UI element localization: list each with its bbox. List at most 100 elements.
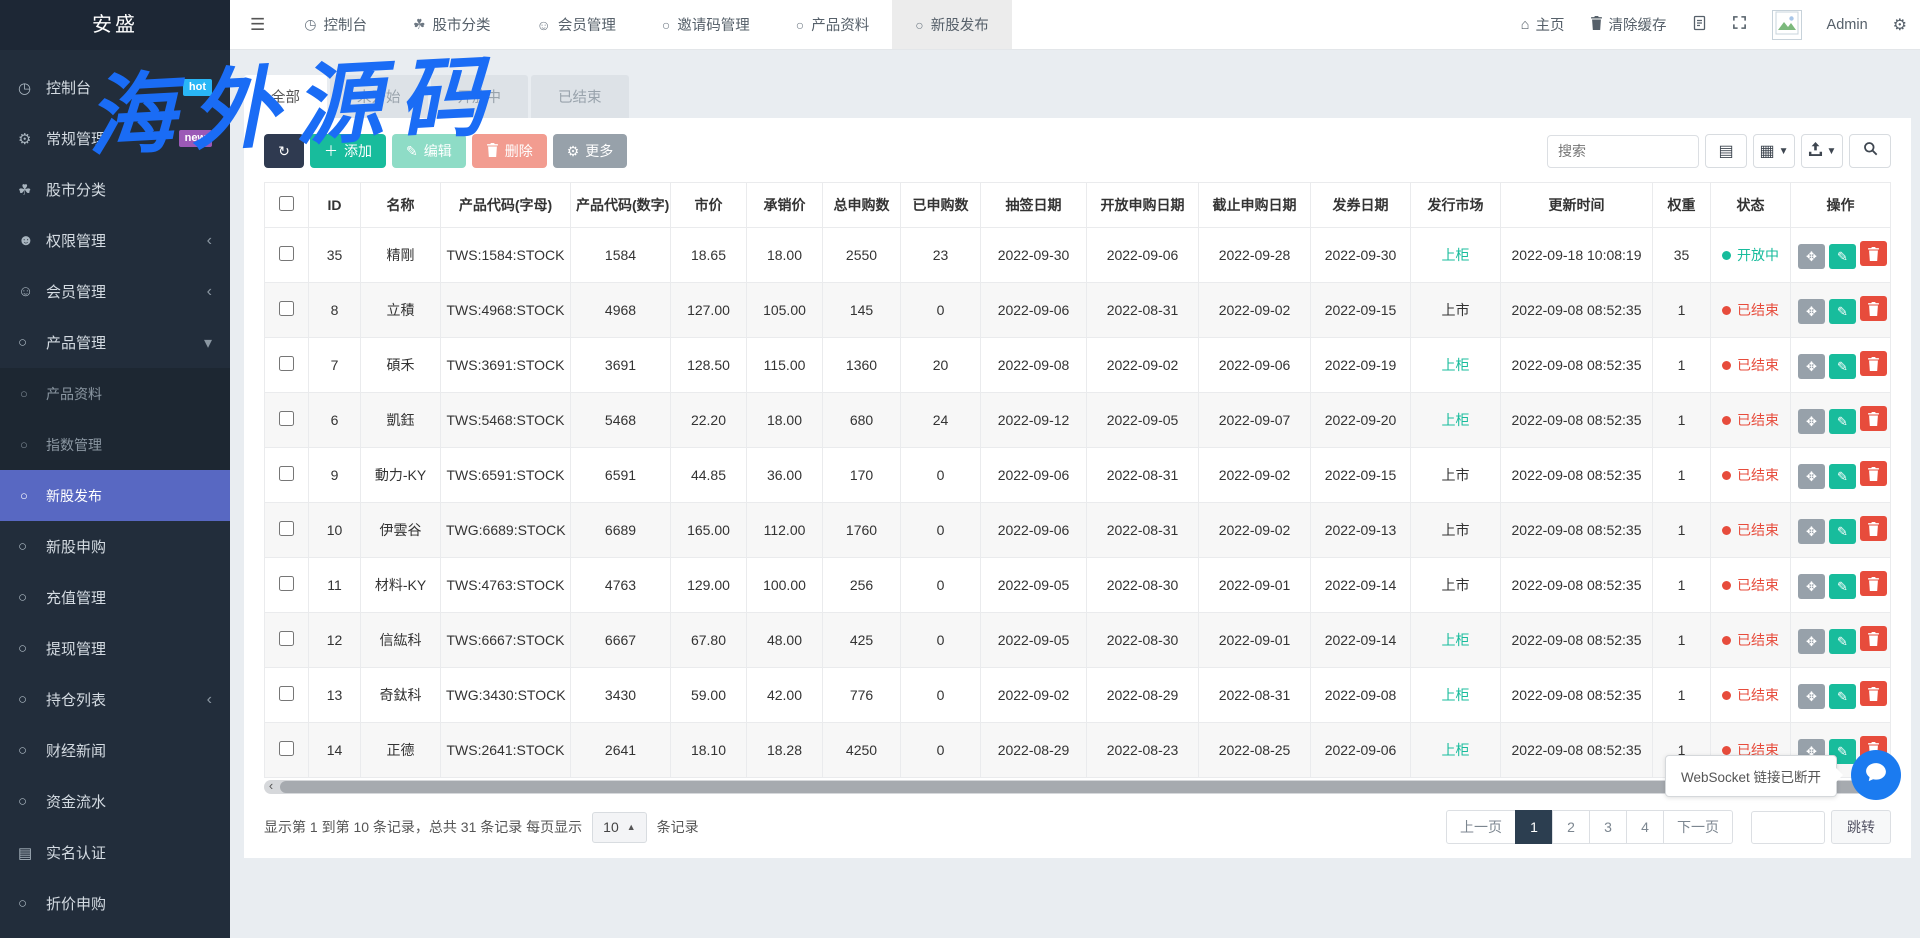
- jump-page-input[interactable]: [1751, 811, 1825, 844]
- row-move-button[interactable]: ✥: [1798, 519, 1825, 544]
- edit-button[interactable]: ✎编辑: [392, 134, 466, 168]
- cell-market[interactable]: 上柜: [1411, 228, 1501, 283]
- sidebar-item[interactable]: ○提现管理: [0, 623, 230, 674]
- row-move-button[interactable]: ✥: [1798, 354, 1825, 379]
- detail-view-button[interactable]: ▤: [1705, 134, 1747, 168]
- row-move-button[interactable]: ✥: [1798, 299, 1825, 324]
- row-checkbox[interactable]: [279, 246, 294, 261]
- page-number-button[interactable]: 2: [1552, 810, 1590, 844]
- row-move-button[interactable]: ✥: [1798, 409, 1825, 434]
- topnav-item[interactable]: ○产品资料: [773, 0, 892, 49]
- row-checkbox[interactable]: [279, 631, 294, 646]
- row-delete-button[interactable]: [1860, 351, 1887, 376]
- home-link[interactable]: ⌂ 主页: [1521, 14, 1565, 35]
- prev-page-button[interactable]: 上一页: [1446, 810, 1516, 844]
- sidebar-item[interactable]: ○产品资料: [0, 368, 230, 419]
- sidebar-item[interactable]: ☻权限管理‹: [0, 215, 230, 266]
- cell-market[interactable]: 上柜: [1411, 723, 1501, 778]
- row-move-button[interactable]: ✥: [1798, 574, 1825, 599]
- select-all-checkbox[interactable]: [279, 196, 294, 211]
- fullscreen-icon[interactable]: [1732, 15, 1747, 34]
- sidebar-item[interactable]: ○财经新闻: [0, 725, 230, 776]
- row-checkbox[interactable]: [279, 466, 294, 481]
- sidebar-item[interactable]: ○新股申购: [0, 521, 230, 572]
- columns-button[interactable]: ▦▼: [1753, 134, 1795, 168]
- row-delete-button[interactable]: [1860, 296, 1887, 321]
- row-checkbox[interactable]: [279, 686, 294, 701]
- chat-button[interactable]: [1851, 750, 1901, 800]
- filter-tab[interactable]: 全部: [244, 75, 327, 118]
- row-checkbox[interactable]: [279, 411, 294, 426]
- row-delete-button[interactable]: [1860, 461, 1887, 486]
- row-move-button[interactable]: ✥: [1798, 684, 1825, 709]
- topnav-item[interactable]: ○邀请码管理: [639, 0, 773, 49]
- page-number-button[interactable]: 1: [1515, 810, 1553, 844]
- search-input[interactable]: [1547, 135, 1699, 168]
- sidebar-item[interactable]: ○产品管理▾: [0, 317, 230, 368]
- refresh-button[interactable]: ↻: [264, 134, 304, 168]
- cell-market[interactable]: 上柜: [1411, 338, 1501, 393]
- jump-button[interactable]: 跳转: [1831, 810, 1891, 844]
- row-delete-button[interactable]: [1860, 241, 1887, 266]
- topnav-item[interactable]: ☘股市分类: [390, 0, 514, 49]
- filter-tab[interactable]: 开放中: [431, 75, 529, 118]
- per-page-select[interactable]: 10 ▲: [592, 812, 647, 843]
- menu-toggle-icon[interactable]: ☰: [230, 15, 281, 35]
- sidebar-item[interactable]: ○指数管理: [0, 419, 230, 470]
- next-page-button[interactable]: 下一页: [1663, 810, 1733, 844]
- row-delete-button[interactable]: [1860, 681, 1887, 706]
- search-button[interactable]: [1849, 134, 1891, 168]
- scrollbar-thumb[interactable]: [280, 781, 1875, 793]
- horizontal-scrollbar[interactable]: ‹ ›: [264, 780, 1891, 794]
- export-button[interactable]: ▼: [1801, 134, 1843, 168]
- filter-tab[interactable]: 未开始: [330, 75, 428, 118]
- row-checkbox[interactable]: [279, 521, 294, 536]
- scroll-left-icon[interactable]: ‹: [264, 778, 278, 793]
- row-checkbox[interactable]: [279, 301, 294, 316]
- add-button[interactable]: ＋添加: [310, 134, 386, 168]
- topnav-item[interactable]: ◷控制台: [281, 0, 390, 49]
- clear-cache-link[interactable]: 清除缓存: [1590, 14, 1667, 35]
- more-button[interactable]: ⚙更多: [553, 134, 628, 168]
- sidebar-item[interactable]: ☘股市分类: [0, 164, 230, 215]
- row-edit-button[interactable]: ✎: [1829, 684, 1856, 709]
- row-delete-button[interactable]: [1860, 626, 1887, 651]
- row-edit-button[interactable]: ✎: [1829, 354, 1856, 379]
- sidebar-item[interactable]: ○持仓列表‹: [0, 674, 230, 725]
- sidebar-item[interactable]: ◷控制台hot: [0, 62, 230, 113]
- row-edit-button[interactable]: ✎: [1829, 574, 1856, 599]
- avatar[interactable]: [1772, 10, 1802, 40]
- row-move-button[interactable]: ✥: [1798, 629, 1825, 654]
- row-delete-button[interactable]: [1860, 516, 1887, 541]
- row-checkbox[interactable]: [279, 356, 294, 371]
- row-move-button[interactable]: ✥: [1798, 464, 1825, 489]
- sidebar-item[interactable]: ☺会员管理‹: [0, 266, 230, 317]
- sidebar-item[interactable]: ○资金流水: [0, 776, 230, 827]
- copy-page-icon[interactable]: [1692, 15, 1707, 35]
- sidebar-item[interactable]: ○折价申购: [0, 878, 230, 929]
- sidebar-item[interactable]: ○充值管理: [0, 572, 230, 623]
- sidebar-item[interactable]: ▤实名认证: [0, 827, 230, 878]
- sidebar-item[interactable]: ⚙常规管理new: [0, 113, 230, 164]
- delete-button[interactable]: 删除: [472, 134, 547, 168]
- row-move-button[interactable]: ✥: [1798, 244, 1825, 269]
- row-edit-button[interactable]: ✎: [1829, 244, 1856, 269]
- page-number-button[interactable]: 3: [1589, 810, 1627, 844]
- row-edit-button[interactable]: ✎: [1829, 629, 1856, 654]
- row-edit-button[interactable]: ✎: [1829, 519, 1856, 544]
- cell-market[interactable]: 上柜: [1411, 613, 1501, 668]
- row-edit-button[interactable]: ✎: [1829, 299, 1856, 324]
- row-checkbox[interactable]: [279, 576, 294, 591]
- row-checkbox[interactable]: [279, 741, 294, 756]
- settings-gears-icon[interactable]: ⚙: [1893, 15, 1907, 35]
- row-edit-button[interactable]: ✎: [1829, 464, 1856, 489]
- page-number-button[interactable]: 4: [1626, 810, 1664, 844]
- filter-tab[interactable]: 已结束: [531, 75, 629, 118]
- username[interactable]: Admin: [1827, 17, 1868, 33]
- topnav-item[interactable]: ○新股发布: [892, 0, 1011, 49]
- row-delete-button[interactable]: [1860, 571, 1887, 596]
- row-delete-button[interactable]: [1860, 406, 1887, 431]
- row-edit-button[interactable]: ✎: [1829, 409, 1856, 434]
- topnav-item[interactable]: ☺会员管理: [514, 0, 639, 49]
- cell-market[interactable]: 上柜: [1411, 393, 1501, 448]
